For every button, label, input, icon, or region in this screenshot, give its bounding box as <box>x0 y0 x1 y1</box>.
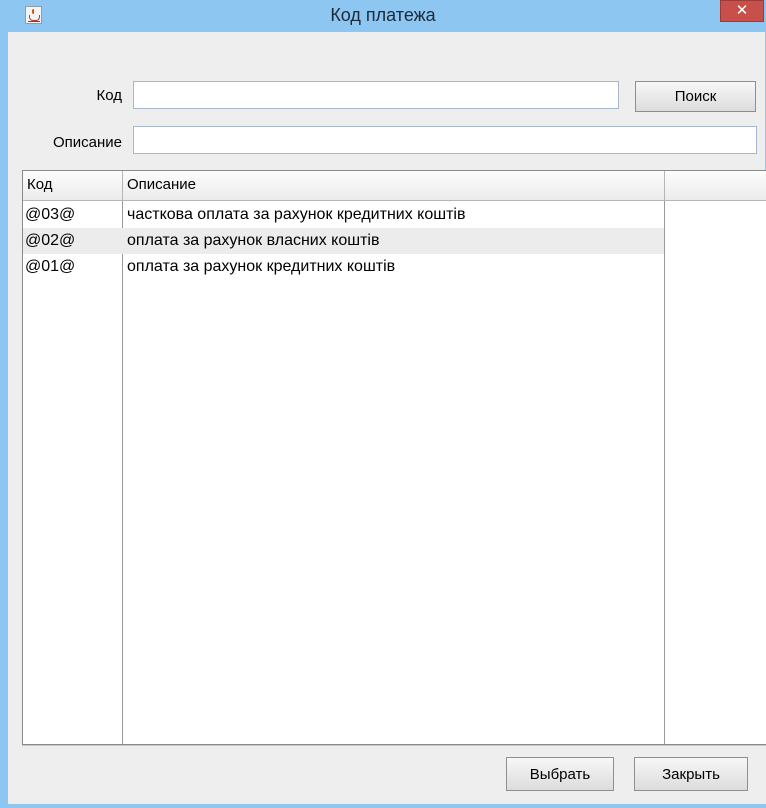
search-button[interactable]: Поиск <box>635 81 756 112</box>
table-row[interactable]: @01@ оплата за рахунок кредитних коштів <box>23 254 764 280</box>
title-bar[interactable]: Код платежа ✕ <box>0 0 766 32</box>
code-label: Код <box>96 87 122 104</box>
description-label: Описание <box>52 134 122 151</box>
code-input[interactable] <box>133 81 619 109</box>
row-code: @01@ <box>25 258 76 275</box>
column-header-description[interactable]: Описание <box>123 171 665 200</box>
table-row[interactable]: @02@ оплата за рахунок власних коштів <box>23 228 664 254</box>
results-table[interactable]: Код Описание @03@ часткова оплата за рах… <box>22 170 766 745</box>
row-description: оплата за рахунок власних коштів <box>127 232 380 249</box>
description-input[interactable] <box>133 126 757 154</box>
column-header-code[interactable]: Код <box>23 171 123 200</box>
table-row[interactable]: @03@ часткова оплата за рахунок кредитни… <box>23 202 764 228</box>
row-code: @02@ <box>25 232 76 249</box>
close-window-button[interactable]: ✕ <box>720 0 764 22</box>
row-description: часткова оплата за рахунок кредитних кош… <box>127 206 466 223</box>
window-title: Код платежа <box>330 5 436 25</box>
close-button[interactable]: Закрыть <box>634 757 748 791</box>
row-code: @03@ <box>25 206 76 223</box>
row-description: оплата за рахунок кредитних коштів <box>127 258 396 275</box>
dialog-window: Код платежа ✕ Код Поиск Описание Код Опи… <box>0 0 766 808</box>
column-divider <box>664 201 665 744</box>
table-header: Код Описание <box>23 171 766 201</box>
column-divider <box>122 201 123 744</box>
select-button[interactable]: Выбрать <box>506 757 614 791</box>
column-header-extra[interactable] <box>665 171 766 200</box>
